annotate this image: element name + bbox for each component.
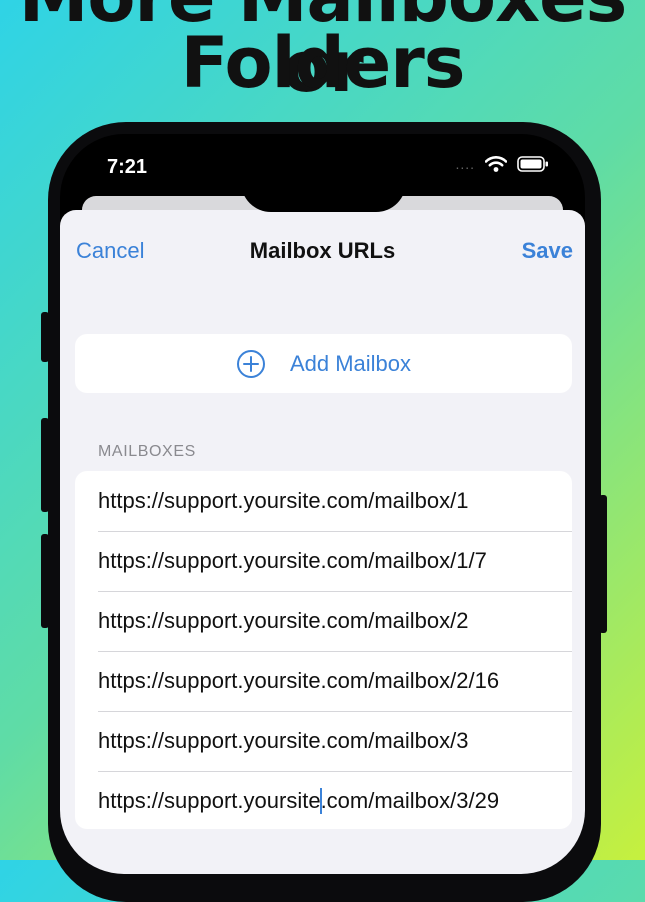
phone-power-button — [599, 495, 607, 633]
page-title: Mailbox URLs — [249, 238, 396, 263]
phone-mute-switch — [41, 312, 49, 362]
headline-line-2: Folders — [180, 22, 466, 104]
plus-circle-icon — [236, 349, 265, 378]
phone-volume-up — [41, 418, 49, 512]
url-text-after-cursor: .com/mailbox/3/29 — [320, 788, 500, 813]
mailbox-url-field[interactable]: https://support.yoursite.com/mailbox/3 — [75, 711, 572, 771]
mailboxes-list: https://support.yoursite.com/mailbox/1 h… — [75, 471, 572, 829]
mailbox-url-field[interactable]: https://support.yoursite.com/mailbox/2/1… — [75, 651, 572, 711]
add-mailbox-label: Add Mailbox — [289, 350, 412, 376]
mailbox-url-field[interactable]: https://support.yoursite.com/mailbox/1 — [75, 471, 572, 531]
battery-icon — [517, 156, 548, 172]
mailbox-url-field-editing[interactable]: https://support.yoursite .com/mailbox/3/2… — [75, 771, 572, 829]
section-header-mailboxes: MAILBOXES — [98, 443, 196, 460]
add-mailbox-button[interactable]: Add Mailbox — [75, 334, 572, 393]
status-icons: .... — [455, 156, 549, 172]
signal-dots: .... — [455, 156, 475, 172]
phone-notch — [241, 134, 406, 212]
phone-volume-down — [41, 534, 49, 628]
mailbox-url-field[interactable]: https://support.yoursite.com/mailbox/1/7 — [75, 531, 572, 591]
wifi-icon — [485, 156, 507, 172]
status-time: 7:21 — [107, 156, 148, 178]
save-button[interactable]: Save — [522, 238, 573, 264]
url-text-before-cursor: https://support.yoursite — [98, 788, 321, 813]
phone-screen: 7:21 .... Cancel Mailbox URLs Save Add M… — [60, 134, 585, 874]
mailbox-url-field[interactable]: https://support.yoursite.com/mailbox/2 — [75, 591, 572, 651]
